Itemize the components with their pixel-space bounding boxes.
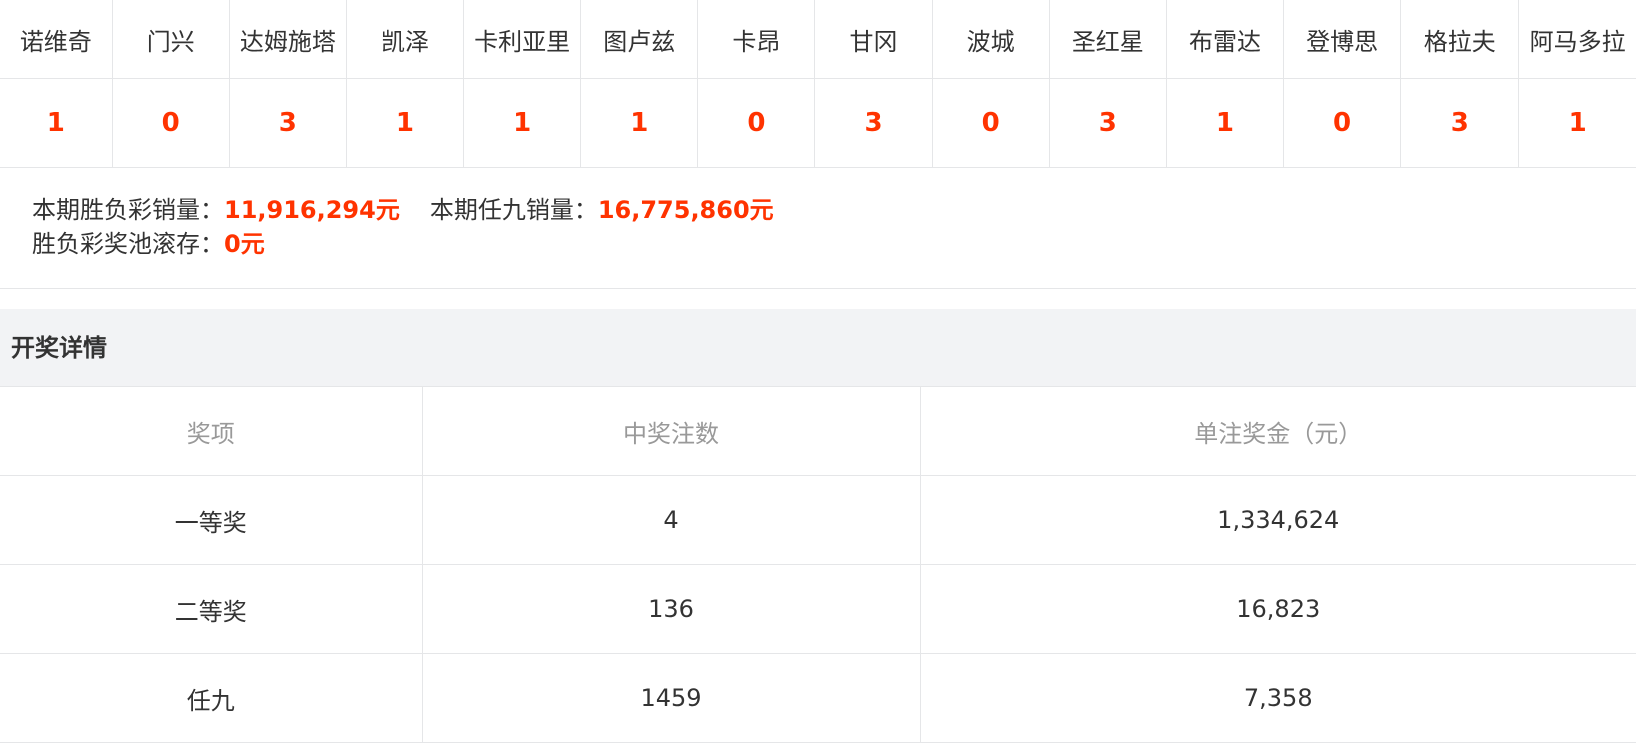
match-result: 3 xyxy=(1400,78,1520,168)
team-name: 波城 xyxy=(932,0,1050,79)
draw-details-title: 开奖详情 xyxy=(0,309,1636,387)
team-name: 门兴 xyxy=(112,0,230,79)
winner-count: 136 xyxy=(422,564,921,654)
team-name: 达姆施塔 xyxy=(229,0,347,79)
pool-value: 0元 xyxy=(224,230,265,258)
team-name: 凯泽 xyxy=(346,0,465,79)
team-name: 甘冈 xyxy=(814,0,933,79)
prize-name: 一等奖 xyxy=(0,475,423,565)
pool-label: 胜负彩奖池滚存： xyxy=(32,230,224,258)
sales-line-2: 胜负彩奖池滚存：0元 xyxy=(32,227,1636,261)
sales-line-1: 本期胜负彩销量：11,916,294元 本期任九销量：16,775,860元 xyxy=(32,193,1636,227)
winner-count: 1459 xyxy=(422,653,921,743)
table-row: 任九 1459 7,358 xyxy=(0,653,1636,743)
draw-details-table: 奖项 中奖注数 单注奖金（元） 一等奖 4 1,334,624 二等奖 136 … xyxy=(0,387,1636,743)
match-result: 0 xyxy=(1283,78,1402,168)
match-result: 1 xyxy=(1518,78,1636,168)
team-row: 诺维奇 门兴 达姆施塔 凯泽 卡利亚里 图卢兹 卡昂 甘冈 波城 圣红星 布雷达… xyxy=(0,0,1636,79)
team-name: 布雷达 xyxy=(1166,0,1285,79)
match-results-table: 诺维奇 门兴 达姆施塔 凯泽 卡利亚里 图卢兹 卡昂 甘冈 波城 圣红星 布雷达… xyxy=(0,0,1636,168)
column-header-winners: 中奖注数 xyxy=(422,387,921,476)
table-row: 二等奖 136 16,823 xyxy=(0,564,1636,654)
r9-sales-value: 16,775,860元 xyxy=(597,196,774,224)
team-name: 卡利亚里 xyxy=(463,0,582,79)
prize-name: 二等奖 xyxy=(0,564,423,654)
match-result: 0 xyxy=(112,78,230,168)
match-result: 0 xyxy=(932,78,1050,168)
prize-name: 任九 xyxy=(0,653,423,743)
team-name: 阿马多拉 xyxy=(1518,0,1636,79)
match-result: 1 xyxy=(1166,78,1285,168)
sfc-sales-value: 11,916,294元 xyxy=(224,196,400,224)
prize-amount: 16,823 xyxy=(920,564,1636,654)
team-name: 诺维奇 xyxy=(0,0,113,79)
team-name: 格拉夫 xyxy=(1400,0,1520,79)
match-result: 1 xyxy=(346,78,465,168)
match-result: 0 xyxy=(697,78,816,168)
table-row: 一等奖 4 1,334,624 xyxy=(0,475,1636,565)
team-name: 登博思 xyxy=(1283,0,1402,79)
sfc-sales-label: 本期胜负彩销量： xyxy=(32,196,224,224)
winner-count: 4 xyxy=(422,475,921,565)
details-header-row: 奖项 中奖注数 单注奖金（元） xyxy=(0,387,1636,476)
team-name: 卡昂 xyxy=(697,0,816,79)
match-result: 1 xyxy=(580,78,699,168)
match-result: 3 xyxy=(229,78,347,168)
team-name: 圣红星 xyxy=(1049,0,1167,79)
prize-amount: 1,334,624 xyxy=(920,475,1636,565)
team-name: 图卢兹 xyxy=(580,0,699,79)
column-header-amount: 单注奖金（元） xyxy=(920,387,1636,476)
match-result: 1 xyxy=(0,78,113,168)
prize-amount: 7,358 xyxy=(920,653,1636,743)
column-header-prize: 奖项 xyxy=(0,387,423,476)
result-row: 1 0 3 1 1 1 0 3 0 3 1 0 3 1 xyxy=(0,78,1636,168)
r9-sales-label: 本期任九销量： xyxy=(429,196,598,224)
match-result: 3 xyxy=(1049,78,1167,168)
match-result: 1 xyxy=(463,78,582,168)
sales-summary: 本期胜负彩销量：11,916,294元 本期任九销量：16,775,860元 胜负… xyxy=(0,168,1636,289)
match-result: 3 xyxy=(814,78,933,168)
